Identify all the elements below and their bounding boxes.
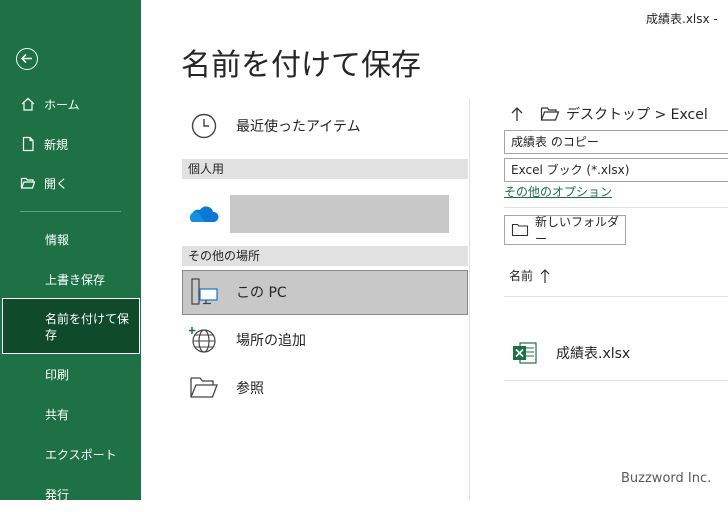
nav-label: 上書き保存 [45, 272, 106, 287]
breadcrumb-path[interactable]: デスクトップ > Excel [566, 104, 708, 124]
new-folder-icon [511, 222, 529, 238]
backstage-sidebar: ホーム 新規 開く 情報 上書き保存 名前を付けて保存 印刷 共有 エクスポート… [0, 0, 141, 502]
nav-open[interactable]: 開く [0, 165, 141, 201]
onedrive-account-bar[interactable] [230, 195, 449, 233]
list-divider [504, 380, 728, 381]
nav-print[interactable]: 印刷 [0, 356, 141, 392]
column-header-name[interactable]: 名前 [509, 267, 551, 284]
open-folder-icon [20, 175, 36, 191]
nav-info[interactable]: 情報 [0, 221, 141, 257]
list-divider [504, 296, 728, 297]
new-folder-button[interactable]: 新しいフォルダー [504, 215, 626, 246]
watermark: Buzzword Inc. [621, 471, 712, 486]
nav-save-as[interactable]: 名前を付けて保存 [2, 298, 140, 354]
sidebar-divider [20, 211, 121, 212]
nav-publish[interactable]: 発行 [0, 476, 141, 512]
nav-label: エクスポート [45, 447, 117, 462]
page-title: 名前を付けて保存 [181, 48, 421, 83]
nav-save[interactable]: 上書き保存 [0, 261, 141, 297]
nav-export[interactable]: エクスポート [0, 436, 141, 472]
location-label: 最近使ったアイテム [236, 119, 361, 135]
file-name: 成績表.xlsx [556, 346, 631, 362]
location-label: 場所の追加 [236, 333, 306, 349]
home-icon [20, 96, 36, 112]
section-personal: 個人用 [182, 159, 468, 179]
new-folder-label: 新しいフォルダー [535, 215, 620, 246]
nav-label: 共有 [45, 407, 70, 422]
nav-label: 開く [44, 176, 69, 191]
computer-icon [188, 276, 220, 308]
location-label: 参照 [236, 381, 264, 397]
column-divider [469, 98, 470, 500]
filetype-select[interactable]: Excel ブック (*.xlsx) [504, 158, 728, 182]
nav-label: 情報 [45, 232, 70, 247]
nav-new[interactable]: 新規 [0, 126, 141, 162]
new-document-icon [20, 136, 36, 152]
panel-divider [504, 207, 728, 208]
section-other-places: その他の場所 [182, 246, 468, 266]
more-options-link[interactable]: その他のオプション [504, 183, 612, 200]
location-this-pc[interactable]: この PC [182, 276, 468, 308]
back-arrow-icon[interactable] [16, 48, 38, 70]
clock-icon [188, 110, 220, 142]
sort-ascending-icon [539, 268, 551, 284]
nav-label: 名前を付けて保存 [45, 312, 130, 342]
window-title: 成績表.xlsx - [646, 12, 718, 26]
excel-file-icon [512, 341, 538, 365]
path-folder-icon [540, 106, 560, 122]
location-recent[interactable]: 最近使ったアイテム [182, 110, 468, 142]
nav-label: 新規 [44, 137, 69, 152]
breadcrumb: デスクトップ > Excel [508, 104, 708, 124]
location-add-place[interactable]: 場所の追加 [182, 324, 468, 356]
nav-home[interactable]: ホーム [0, 86, 141, 122]
up-arrow-icon[interactable] [508, 105, 526, 123]
globe-add-icon [188, 324, 220, 356]
nav-label: ホーム [44, 97, 80, 112]
nav-share[interactable]: 共有 [0, 396, 141, 432]
location-label: この PC [236, 285, 287, 301]
folder-icon [188, 372, 220, 404]
list-item[interactable]: 成績表.xlsx [504, 326, 728, 380]
column-name-label: 名前 [509, 269, 534, 283]
filename-input[interactable]: 成績表 のコピー [504, 130, 728, 154]
nav-label: 印刷 [45, 367, 70, 382]
onedrive-cloud-icon [188, 198, 220, 230]
location-browse[interactable]: 参照 [182, 372, 468, 404]
